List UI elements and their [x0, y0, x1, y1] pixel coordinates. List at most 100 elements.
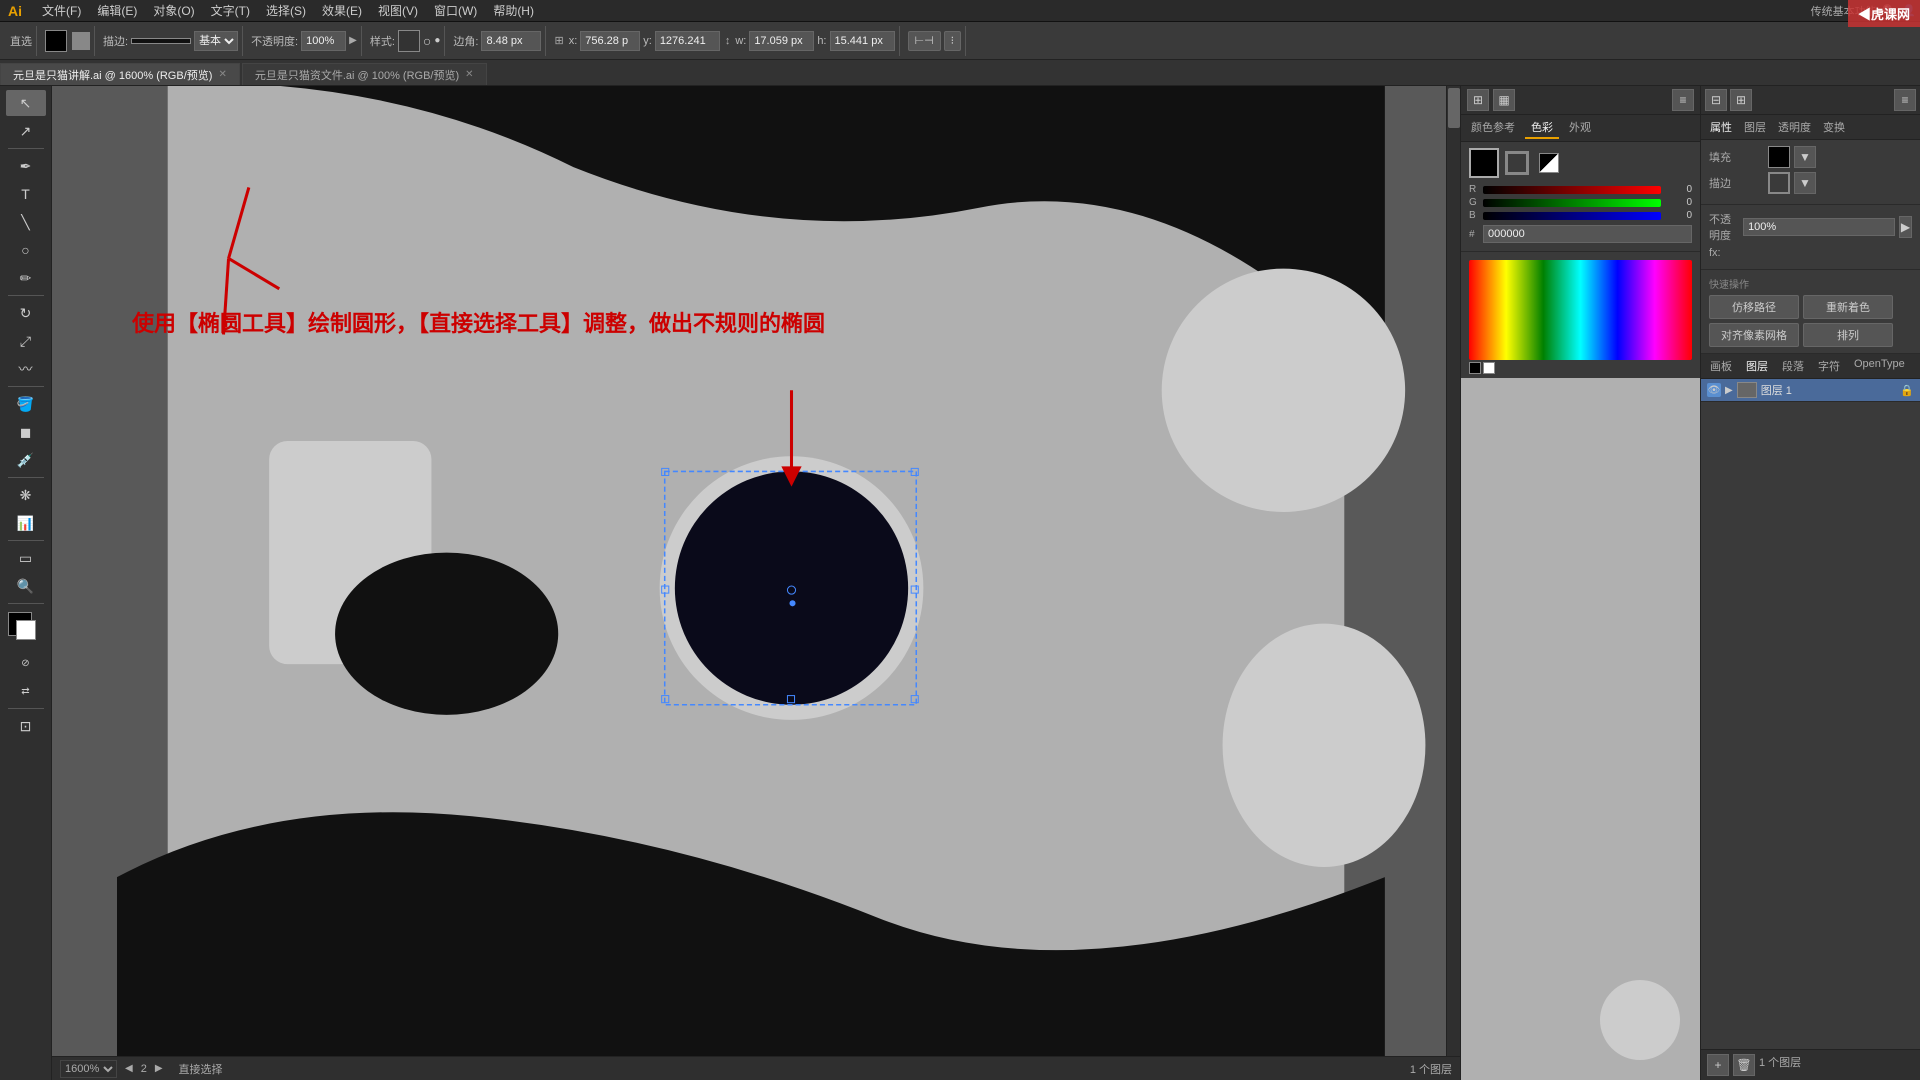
quick-action-btn-2[interactable]: 重新着色 — [1803, 295, 1893, 319]
color-swatch-area[interactable] — [8, 612, 44, 644]
attr-icon-1[interactable]: ⊟ — [1705, 89, 1727, 111]
layers-tab-artboard[interactable]: 画板 — [1705, 356, 1737, 376]
paintbucket-tool[interactable]: 🪣 — [6, 391, 46, 417]
stroke-type-select[interactable]: 基本 — [194, 31, 238, 51]
color-tab-ref[interactable]: 颜色参考 — [1465, 117, 1521, 139]
fill-color-swatch[interactable] — [1469, 148, 1499, 178]
opacity-input-attr[interactable] — [1743, 218, 1895, 236]
menu-select[interactable]: 选择(S) — [258, 0, 314, 22]
menu-help[interactable]: 帮助(H) — [485, 0, 542, 22]
direct-select-tool[interactable]: ↗ — [6, 118, 46, 144]
text-tool[interactable]: T — [6, 181, 46, 207]
chart-tool[interactable]: 📊 — [6, 510, 46, 536]
r-slider[interactable] — [1483, 186, 1661, 194]
w-input[interactable] — [749, 31, 814, 51]
pencil-tool[interactable]: ✏ — [6, 265, 46, 291]
layer-row-1[interactable]: 👁 ▶ 图层 1 🔒 — [1701, 379, 1920, 402]
select-tool[interactable]: ↖ — [6, 90, 46, 116]
gradient-tool[interactable]: ◼ — [6, 419, 46, 445]
eyedropper-tool[interactable]: 💉 — [6, 447, 46, 473]
attr-stroke-swatch[interactable] — [1768, 172, 1790, 194]
attr-fill-options-btn[interactable]: ▼ — [1794, 146, 1816, 168]
nav-right-icon[interactable]: ▶ — [155, 1063, 163, 1074]
layer-lock-icon[interactable]: 🔒 — [1900, 384, 1914, 397]
corner-input[interactable] — [481, 31, 541, 51]
opacity-input[interactable] — [301, 31, 346, 51]
layer-expand-icon[interactable]: ▶ — [1725, 385, 1733, 396]
stroke-color-swatch[interactable] — [1505, 151, 1529, 175]
attr-fill-swatch[interactable] — [1768, 146, 1790, 168]
pen-tool[interactable]: ✒ — [6, 153, 46, 179]
zoom-tool[interactable]: 🔍 — [6, 573, 46, 599]
symbol-tool[interactable]: ❋ — [6, 482, 46, 508]
tab-1[interactable]: 元旦是只猫讲解.ai @ 1600% (RGB/预览) ✕ — [0, 63, 240, 85]
color-picker-btn[interactable]: ⊞ — [1467, 89, 1489, 111]
menu-effect[interactable]: 效果(E) — [314, 0, 370, 22]
menu-file[interactable]: 文件(F) — [34, 0, 89, 22]
color-panel: ⊞ ▦ ≡ 颜色参考 色彩 外观 R 0 G — [1460, 86, 1700, 1080]
align-btn[interactable]: ⊢⊣ — [908, 31, 941, 51]
quick-action-btn-4[interactable]: 排列 — [1803, 323, 1893, 347]
quick-action-btn-3[interactable]: 对齐像素网格 — [1709, 323, 1799, 347]
panel-menu-btn[interactable]: ≡ — [1672, 89, 1694, 111]
opacity-arrow-btn[interactable]: ▶ — [1899, 216, 1912, 238]
zoom-select[interactable]: 1600% — [60, 1060, 117, 1078]
background-swatch[interactable] — [16, 620, 36, 640]
g-slider[interactable] — [1483, 199, 1661, 207]
tab-1-close[interactable]: ✕ — [218, 69, 226, 80]
attr-tab-layers[interactable]: 图层 — [1739, 117, 1771, 137]
menu-window[interactable]: 窗口(W) — [426, 0, 485, 22]
x-input[interactable] — [580, 31, 640, 51]
h-input[interactable] — [830, 31, 895, 51]
menu-object[interactable]: 对象(O) — [145, 0, 202, 22]
menu-view[interactable]: 视图(V) — [370, 0, 426, 22]
warp-tool[interactable]: 〰 — [6, 356, 46, 382]
swap-colors-btn[interactable]: ⇄ — [6, 678, 46, 704]
color-spectrum[interactable] — [1469, 260, 1692, 360]
white-swatch[interactable] — [1483, 362, 1495, 374]
color-tab-appearance[interactable]: 外观 — [1563, 117, 1597, 139]
hex-input[interactable] — [1483, 225, 1692, 243]
menu-edit[interactable]: 编辑(E) — [89, 0, 145, 22]
menu-text[interactable]: 文字(T) — [203, 0, 258, 22]
attr-icon-2[interactable]: ⊞ — [1730, 89, 1752, 111]
b-slider[interactable] — [1483, 212, 1661, 220]
layers-tab-opentype[interactable]: OpenType — [1849, 356, 1910, 376]
vertical-scrollbar[interactable] — [1446, 86, 1460, 1056]
black-swatch[interactable] — [1469, 362, 1481, 374]
scrollbar-thumb-v[interactable] — [1448, 88, 1460, 128]
layer-vis-icon[interactable]: 👁 — [1707, 383, 1721, 397]
shape-tool[interactable]: ○ — [6, 237, 46, 263]
tab-2[interactable]: 元旦是只猫资文件.ai @ 100% (RGB/预览) ✕ — [242, 63, 487, 85]
none-swatch[interactable]: ⊘ — [6, 650, 46, 676]
style-preview[interactable] — [398, 30, 420, 52]
distribute-btn[interactable]: ⁝ — [944, 31, 962, 51]
layers-tab-layers[interactable]: 图层 — [1741, 356, 1773, 376]
reset-colors-btn[interactable] — [1539, 153, 1559, 173]
stroke-swatch-toolbar[interactable] — [72, 32, 90, 50]
swatch-btn[interactable]: ▦ — [1493, 89, 1515, 111]
rotate-tool[interactable]: ↻ — [6, 300, 46, 326]
screen-mode-btn[interactable]: ⊡ — [6, 713, 46, 739]
artboard-tool[interactable]: ▭ — [6, 545, 46, 571]
transform-icon: ⊞ — [554, 34, 563, 47]
nav-left-icon[interactable]: ◀ — [125, 1063, 133, 1074]
attr-tab-properties[interactable]: 属性 — [1705, 117, 1737, 137]
line-tool[interactable]: ╲ — [6, 209, 46, 235]
tab-2-close[interactable]: ✕ — [465, 69, 473, 80]
delete-layer-btn[interactable]: 🗑 — [1733, 1054, 1755, 1076]
attr-stroke-options-btn[interactable]: ▼ — [1794, 172, 1816, 194]
color-tab-color[interactable]: 色彩 — [1525, 117, 1559, 139]
quick-action-btn-1[interactable]: 仿移路径 — [1709, 295, 1799, 319]
scale-tool[interactable]: ⤢ — [6, 328, 46, 354]
new-layer-btn[interactable]: + — [1707, 1054, 1729, 1076]
attr-icon-3[interactable]: ≡ — [1894, 89, 1916, 111]
layers-tab-paragraph[interactable]: 段落 — [1777, 356, 1809, 376]
canvas-area[interactable]: 使用【椭圆工具】绘制圆形，【直接选择工具】调整，做出不规则的椭圆 1600% ◀… — [52, 86, 1460, 1080]
attr-tab-opacity[interactable]: 透明度 — [1773, 117, 1816, 137]
fill-swatch[interactable] — [45, 30, 67, 52]
b-channel-row: B 0 — [1469, 210, 1692, 221]
attr-tab-transform[interactable]: 变换 — [1818, 117, 1850, 137]
y-input[interactable] — [655, 31, 720, 51]
layers-tab-character[interactable]: 字符 — [1813, 356, 1845, 376]
